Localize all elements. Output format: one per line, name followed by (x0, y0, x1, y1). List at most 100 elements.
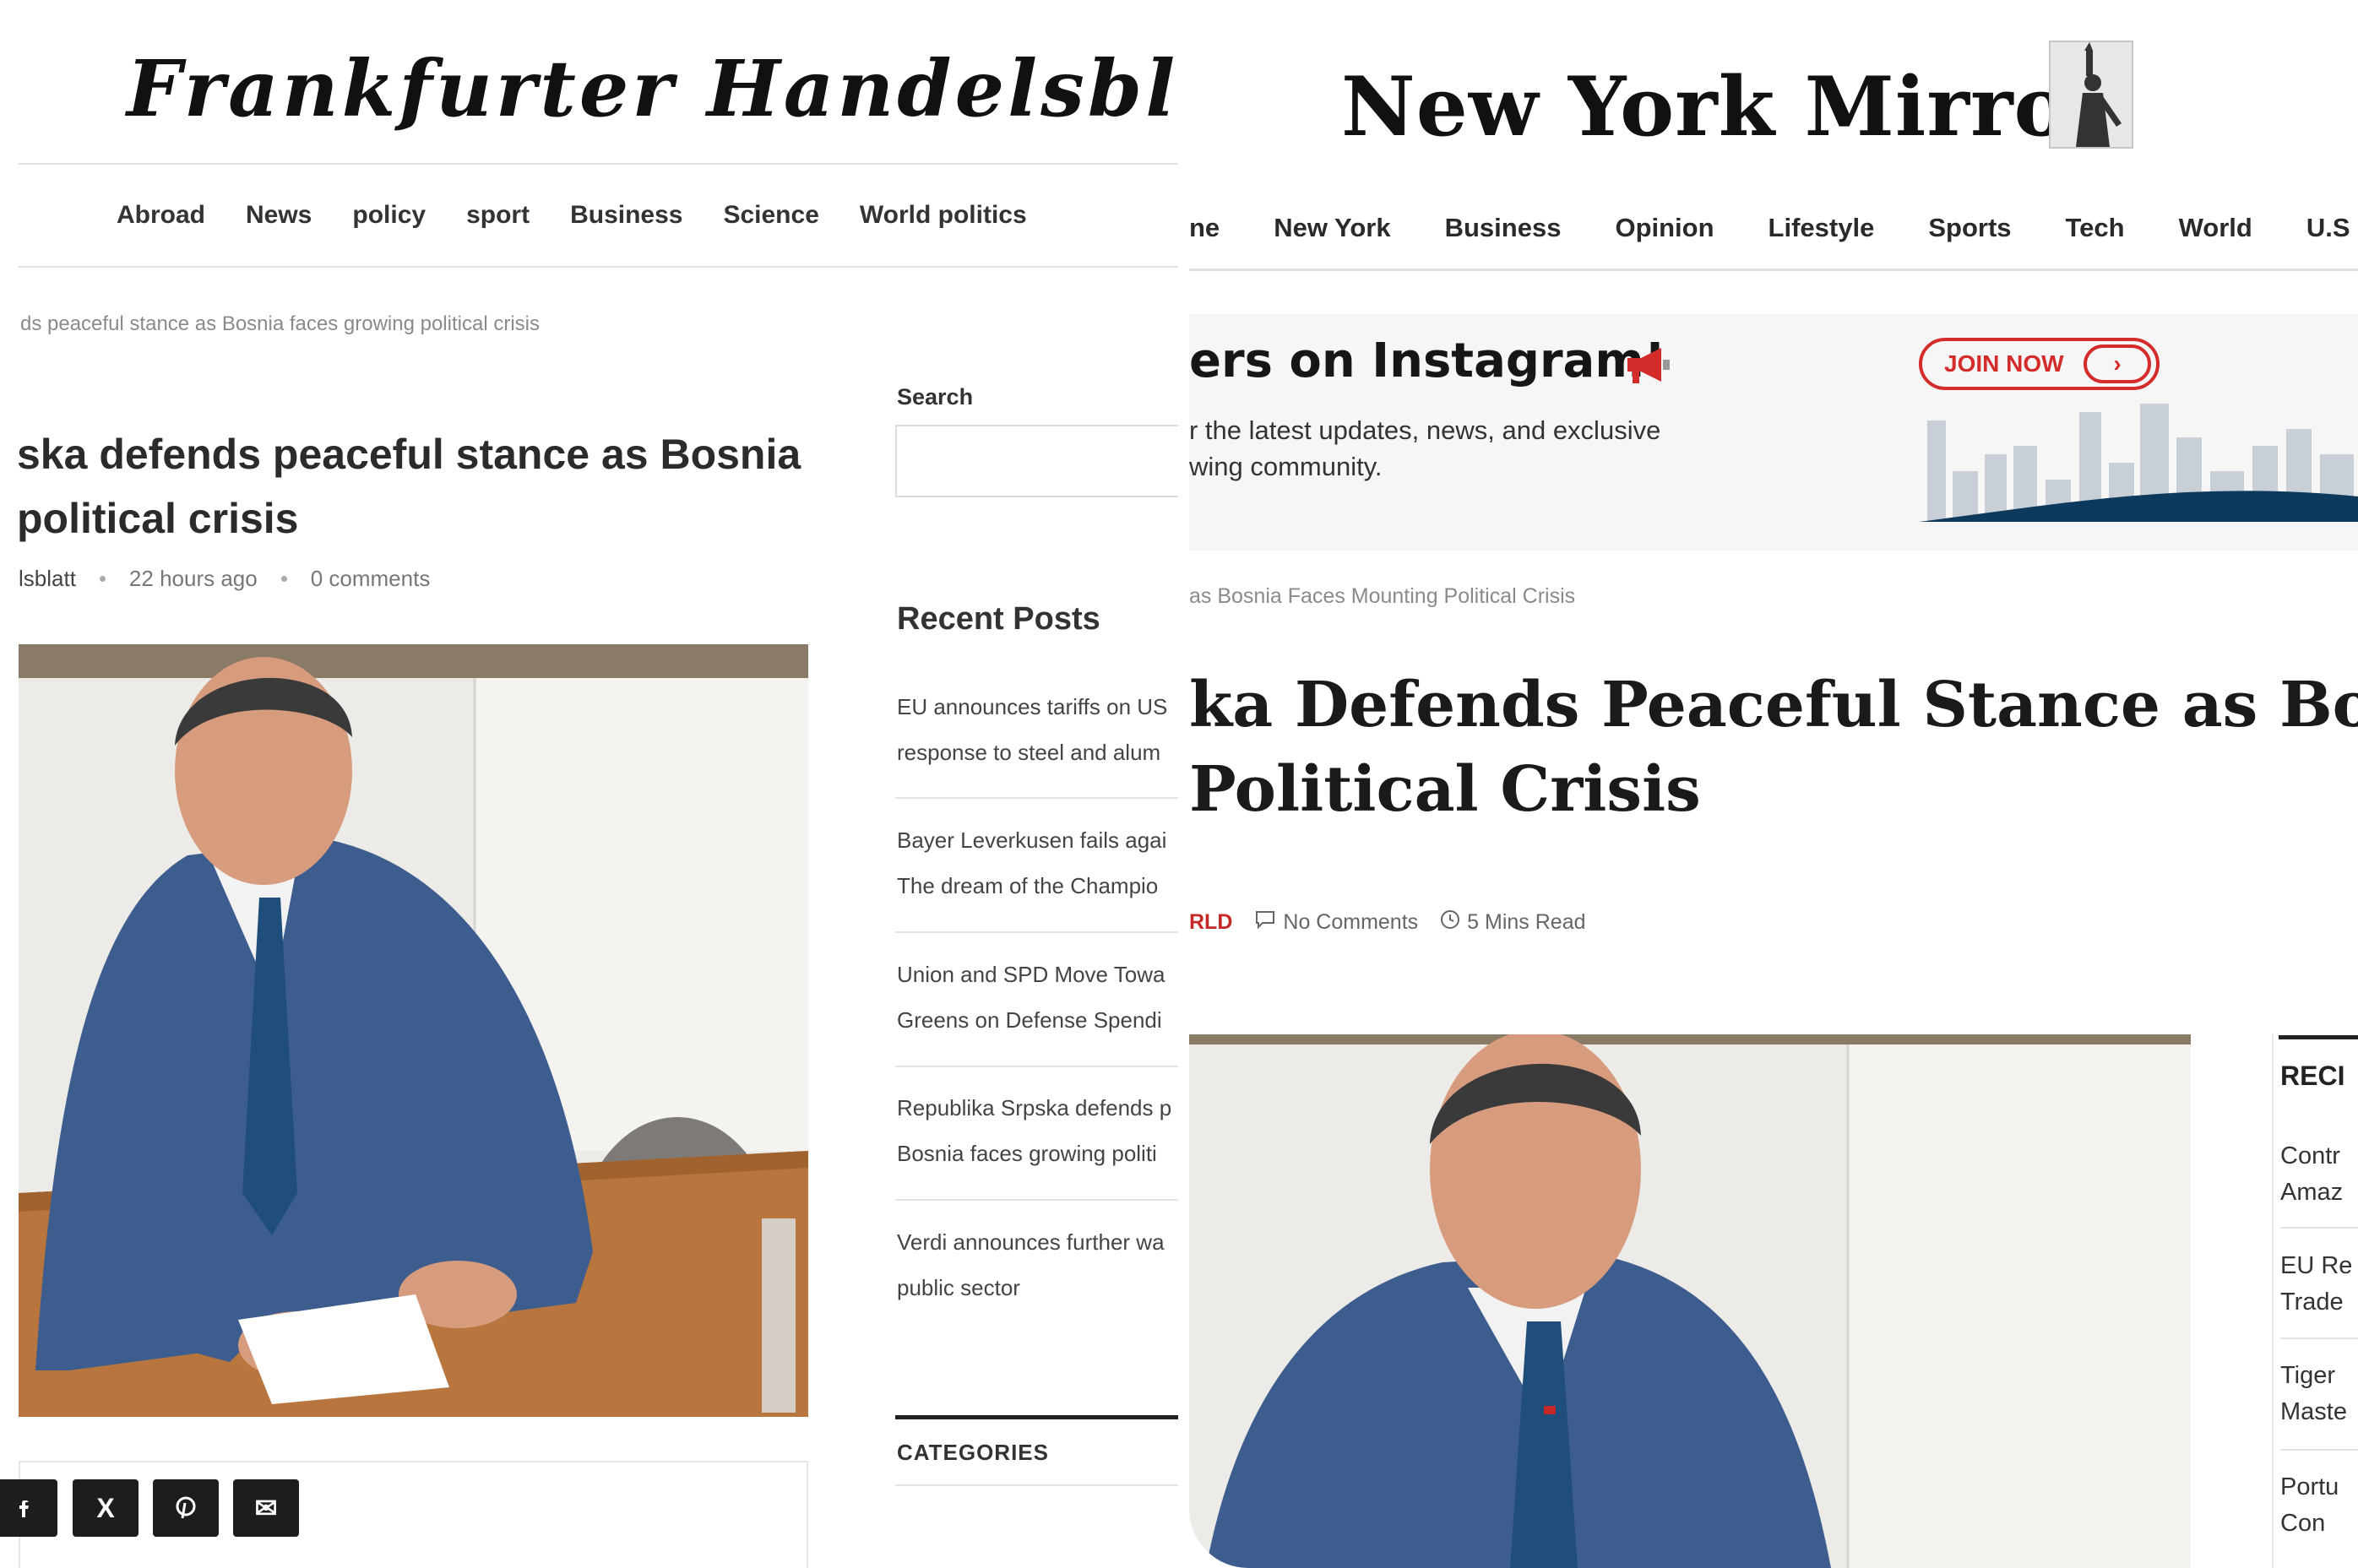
post-line: public sector (897, 1275, 1020, 1300)
x-icon[interactable]: X (73, 1479, 139, 1537)
author-link[interactable]: lsblatt (19, 566, 76, 592)
post-line: Trade (2280, 1289, 2344, 1316)
nav-item-world-politics[interactable]: World politics (860, 201, 1027, 230)
nav-item-sports[interactable]: Sports (1928, 213, 2011, 243)
post-line: Greens on Defense Spendi (897, 1007, 1162, 1033)
headline-line-2: Political Crisis (1189, 753, 1701, 826)
post-line: Bayer Leverkusen fails agai (897, 827, 1167, 853)
recent-post-link[interactable]: Contr Amaz (2280, 1138, 2358, 1211)
article-photo (19, 644, 808, 1417)
recent-post-link[interactable]: Bayer Leverkusen fails agai The dream of… (897, 817, 1178, 909)
recent-post-link[interactable]: Union and SPD Move Towa Greens on Defens… (897, 952, 1178, 1043)
post-line: Portu (2280, 1473, 2339, 1500)
join-now-button[interactable]: JOIN NOW › (1919, 338, 2160, 390)
categories-divider (895, 1484, 1178, 1486)
main-nav: ne New York Business Opinion Lifestyle S… (1189, 203, 2350, 253)
recent-post-link[interactable]: Verdi announces further wa public sector (897, 1219, 1178, 1310)
site-logo[interactable]: Frankfurter Handelsblatt (127, 34, 1178, 144)
site-logo[interactable]: New York Mirror (1341, 59, 2112, 155)
search-input[interactable] (895, 425, 1178, 497)
nav-item-business[interactable]: Business (570, 201, 682, 230)
post-line: EU announces tariffs on US (897, 694, 1168, 719)
headline-line-1: ska defends peaceful stance as Bosnia (17, 431, 801, 478)
post-divider (895, 1066, 1178, 1067)
post-line: EU Re (2280, 1252, 2353, 1279)
headline-line-2: political crisis (17, 495, 299, 542)
post-divider (895, 1199, 1178, 1201)
nav-item-us[interactable]: U.S (2306, 213, 2350, 243)
politician-photo-illustration (19, 644, 808, 1417)
banner-line: r the latest updates, news, and exclusiv… (1189, 415, 1661, 445)
categories-title: CATEGORIES (897, 1440, 1049, 1465)
breadcrumb: ds peaceful stance as Bosnia faces growi… (20, 312, 540, 335)
nav-item-science[interactable]: Science (723, 201, 818, 230)
nav-divider (19, 266, 1178, 268)
post-line: Contr (2280, 1142, 2340, 1169)
post-divider (895, 931, 1178, 933)
categories-bar (895, 1415, 1178, 1419)
nav-item-lifestyle[interactable]: Lifestyle (1768, 213, 1875, 243)
megaphone-icon (1624, 345, 1671, 385)
banner-title: ers on Instagram! (1189, 334, 1666, 388)
post-line: The dream of the Champio (897, 873, 1159, 898)
post-divider (895, 797, 1178, 799)
post-line: Verdi announces further wa (897, 1229, 1165, 1255)
recent-title: RECI (2280, 1061, 2345, 1091)
post-line: Amaz (2280, 1179, 2344, 1206)
article-headline: ka Defends Peaceful Stance as Bosnia Pol… (1189, 663, 2358, 832)
banner-line: wing community. (1189, 452, 1383, 481)
recent-post-link[interactable]: Portu Con (2280, 1469, 2358, 1542)
nav-item-sport[interactable]: sport (466, 201, 530, 230)
comments-link[interactable]: 0 comments (311, 566, 431, 592)
nav-item-news[interactable]: News (246, 201, 312, 230)
comments-link[interactable]: No Comments (1283, 910, 1418, 935)
recent-bar (2279, 1035, 2358, 1039)
politician-photo-illustration (1189, 1034, 2191, 1568)
city-skyline-illustration (1919, 404, 2358, 522)
nav-item-policy[interactable]: policy (352, 201, 426, 230)
recent-post-link[interactable]: Tiger Maste (2280, 1358, 2358, 1430)
recent-post-link[interactable]: Republika Srpska defends p Bosnia faces … (897, 1085, 1178, 1176)
new-york-mirror-panel: New York Mirror ne New York Business Opi… (1189, 0, 2358, 1568)
main-nav: Abroad News policy sport Business Scienc… (117, 190, 1027, 241)
frankfurter-handelsblatt-panel: Frankfurter Handelsblatt Abroad News pol… (0, 0, 1178, 1568)
clock-icon (1440, 909, 1460, 936)
email-icon[interactable]: ✉ (233, 1479, 299, 1537)
article-meta: RLD No Comments 5 Mins Read (1189, 909, 1586, 936)
header-divider (19, 163, 1178, 165)
breadcrumb: as Bosnia Faces Mounting Political Crisi… (1189, 584, 1576, 608)
nav-item-business[interactable]: Business (1445, 213, 1562, 243)
post-line: response to steel and alum (897, 740, 1161, 765)
article-meta: lsblatt 22 hours ago 0 comments (19, 566, 430, 592)
nav-item-home[interactable]: ne (1189, 213, 1220, 243)
banner-description: r the latest updates, news, and exclusiv… (1189, 412, 1763, 485)
post-line: Bosnia faces growing politi (897, 1141, 1157, 1166)
article-photo (1189, 1034, 2191, 1568)
meta-separator (280, 576, 287, 582)
meta-separator (99, 576, 106, 582)
nav-item-abroad[interactable]: Abroad (117, 201, 205, 230)
recent-post-link[interactable]: EU announces tariffs on US response to s… (897, 684, 1178, 775)
statue-of-liberty-icon (2049, 41, 2133, 149)
post-divider (2280, 1227, 2358, 1229)
category-link[interactable]: RLD (1189, 910, 1232, 935)
recent-posts-title: Recent Posts (897, 601, 1100, 637)
nav-item-world[interactable]: World (2179, 213, 2252, 243)
nav-item-opinion[interactable]: Opinion (1615, 213, 1714, 243)
headline-line-1: ka Defends Peaceful Stance as Bosnia (1189, 669, 2358, 741)
nav-divider (1189, 269, 2358, 271)
facebook-icon[interactable] (0, 1479, 57, 1537)
post-line: Republika Srpska defends p (897, 1095, 1172, 1120)
pinterest-icon[interactable] (153, 1479, 219, 1537)
post-divider (2280, 1449, 2358, 1451)
sidebar-divider (2272, 1034, 2274, 1568)
chevron-right-icon: › (2084, 345, 2151, 383)
recent-post-link[interactable]: EU Re Trade (2280, 1248, 2358, 1321)
search-label: Search (897, 384, 974, 410)
post-line: Tiger (2280, 1362, 2335, 1389)
comment-icon (1254, 909, 1276, 936)
join-now-label: JOIN NOW (1944, 350, 2064, 377)
post-line: Maste (2280, 1398, 2347, 1425)
nav-item-new-york[interactable]: New York (1274, 213, 1390, 243)
nav-item-tech[interactable]: Tech (2066, 213, 2125, 243)
